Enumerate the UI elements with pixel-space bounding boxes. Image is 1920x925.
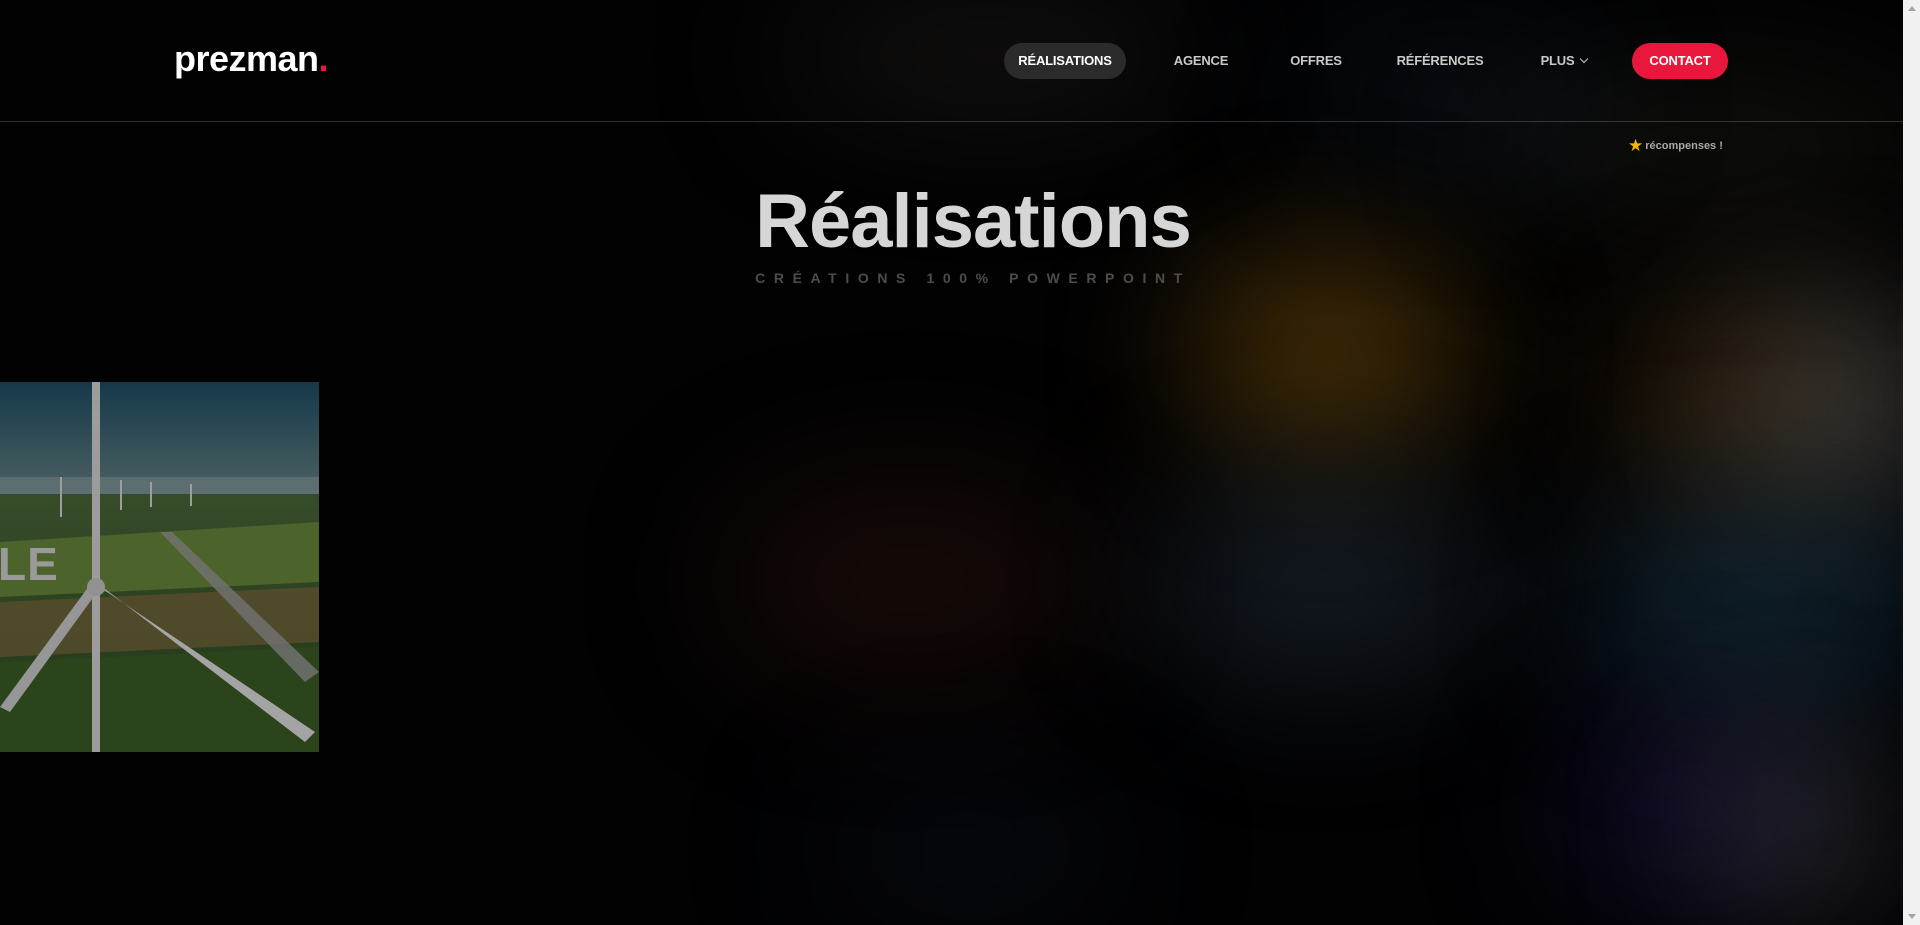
nav-item-realisations[interactable]: RÉALISATIONS <box>1004 43 1126 79</box>
chevron-down-icon <box>1580 54 1589 64</box>
background-glow <box>1560 720 1820 900</box>
page-title: Réalisations <box>755 179 1192 264</box>
project-card-title: LE <box>0 538 59 590</box>
page: prezman. RÉALISATIONS AGENCE OFFRES RÉFÉ… <box>0 0 1920 925</box>
background-glow <box>820 780 1120 920</box>
logo[interactable]: prezman. <box>174 38 329 80</box>
logo-dot: . <box>318 38 329 79</box>
nav-item-plus[interactable]: PLUS <box>1524 43 1604 79</box>
page-subtitle: CRÉATIONS 100% POWERPOINT <box>755 270 1191 286</box>
nav-item-references[interactable]: RÉFÉRENCES <box>1387 43 1493 79</box>
background-glow <box>1750 300 1920 500</box>
scroll-up-arrow-icon[interactable] <box>1908 6 1916 11</box>
background-glow <box>720 480 1100 680</box>
nav-item-agence[interactable]: AGENCE <box>1156 43 1246 79</box>
contact-button[interactable]: CONTACT <box>1632 43 1728 79</box>
nav-item-plus-label: PLUS <box>1540 53 1575 68</box>
project-card[interactable]: LE <box>0 382 319 752</box>
background-glow <box>1150 480 1500 680</box>
logo-text: prezman <box>174 38 319 79</box>
scrollbar[interactable] <box>1903 0 1920 925</box>
awards-label: récompenses ! <box>1645 140 1723 152</box>
star-icon: ★ <box>1628 136 1644 155</box>
nav-item-offres[interactable]: OFFRES <box>1276 43 1356 79</box>
awards-link[interactable]: ★ récompenses ! <box>1628 136 1723 156</box>
background-glow <box>1610 300 1870 500</box>
site-header: prezman. RÉALISATIONS AGENCE OFFRES RÉFÉ… <box>0 0 1903 122</box>
background-glow <box>1580 500 1920 700</box>
background-glow <box>1700 740 1900 910</box>
scroll-down-arrow-icon[interactable] <box>1908 914 1916 919</box>
